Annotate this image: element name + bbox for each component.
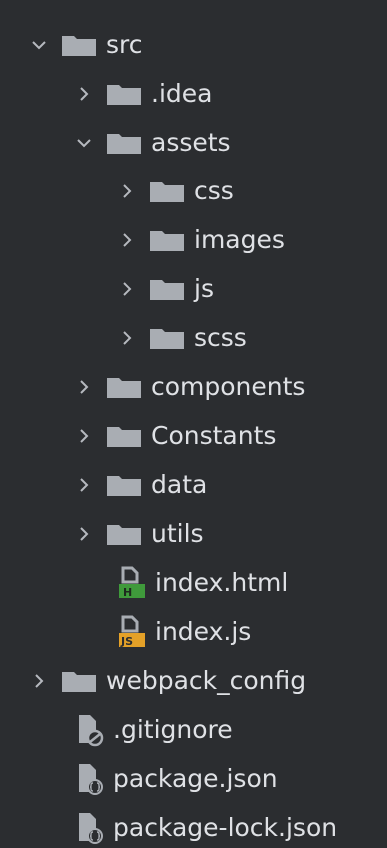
tree-item-label: scss	[194, 323, 247, 352]
chevron-down-icon[interactable]	[73, 132, 95, 154]
chevron-right-icon[interactable]	[73, 474, 95, 496]
svg-text:JS: JS	[120, 635, 133, 648]
folder-icon	[150, 180, 184, 202]
folder-icon	[150, 327, 184, 349]
folder-icon	[150, 278, 184, 300]
tree-item-label: js	[194, 274, 214, 303]
tree-item-label: .idea	[151, 79, 213, 108]
tree-item-label: src	[106, 30, 143, 59]
folder-icon	[150, 229, 184, 251]
tree-item-label: components	[151, 372, 306, 401]
folder-icon	[107, 132, 141, 154]
folder-icon	[107, 425, 141, 447]
chevron-right-icon[interactable]	[116, 278, 138, 300]
tree-item-idea[interactable]: .idea	[0, 69, 387, 118]
tree-item-index-js[interactable]: JS index.js	[0, 607, 387, 656]
chevron-right-icon[interactable]	[73, 83, 95, 105]
chevron-right-icon[interactable]	[73, 523, 95, 545]
folder-icon	[107, 523, 141, 545]
tree-item-label: index.js	[155, 617, 252, 646]
tree-item-label: index.html	[155, 568, 289, 597]
ignore-file-icon	[75, 713, 105, 747]
json-file-icon	[75, 811, 105, 845]
tree-item-label: data	[151, 470, 208, 499]
tree-item-label: assets	[151, 128, 231, 157]
tree-item-label: images	[194, 225, 285, 254]
tree-item-scss[interactable]: scss	[0, 313, 387, 362]
chevron-down-icon[interactable]	[28, 34, 50, 56]
tree-item-label: utils	[151, 519, 204, 548]
tree-item-label: css	[194, 176, 234, 205]
tree-item-utils[interactable]: utils	[0, 509, 387, 558]
folder-icon	[107, 376, 141, 398]
chevron-right-icon[interactable]	[28, 670, 50, 692]
tree-item-label: package.json	[113, 764, 278, 793]
tree-item-label: Constants	[151, 421, 277, 450]
folder-icon	[107, 474, 141, 496]
tree-item-package-json[interactable]: package.json	[0, 754, 387, 803]
tree-item-constants[interactable]: Constants	[0, 411, 387, 460]
tree-item-images[interactable]: images	[0, 215, 387, 264]
tree-item-data[interactable]: data	[0, 460, 387, 509]
tree-item-assets[interactable]: assets	[0, 118, 387, 167]
tree-item-label: package-lock.json	[113, 813, 338, 842]
tree-item-css[interactable]: css	[0, 166, 387, 215]
chevron-right-icon[interactable]	[116, 180, 138, 202]
folder-icon	[62, 670, 96, 692]
chevron-right-icon[interactable]	[116, 327, 138, 349]
tree-item-label: webpack_config	[106, 666, 307, 695]
tree-item-label: .gitignore	[113, 715, 233, 744]
chevron-right-icon[interactable]	[116, 229, 138, 251]
folder-icon	[107, 83, 141, 105]
folder-icon	[62, 34, 96, 56]
tree-item-index-html[interactable]: H index.html	[0, 558, 387, 607]
chevron-right-icon[interactable]	[73, 376, 95, 398]
tree-item-webpack-config[interactable]: webpack_config	[0, 656, 387, 705]
svg-text:H: H	[123, 586, 132, 599]
tree-item-js[interactable]: js	[0, 264, 387, 313]
tree-item-components[interactable]: components	[0, 362, 387, 411]
project-tree: src .idea assets css images js scss comp…	[0, 0, 387, 848]
js-file-icon: JS	[117, 615, 147, 649]
tree-item-package-lock-json[interactable]: package-lock.json	[0, 803, 387, 848]
tree-item-src[interactable]: src	[0, 20, 387, 69]
tree-item-gitignore[interactable]: .gitignore	[0, 705, 387, 754]
chevron-right-icon[interactable]	[73, 425, 95, 447]
html-file-icon: H	[117, 566, 147, 600]
json-file-icon	[75, 762, 105, 796]
